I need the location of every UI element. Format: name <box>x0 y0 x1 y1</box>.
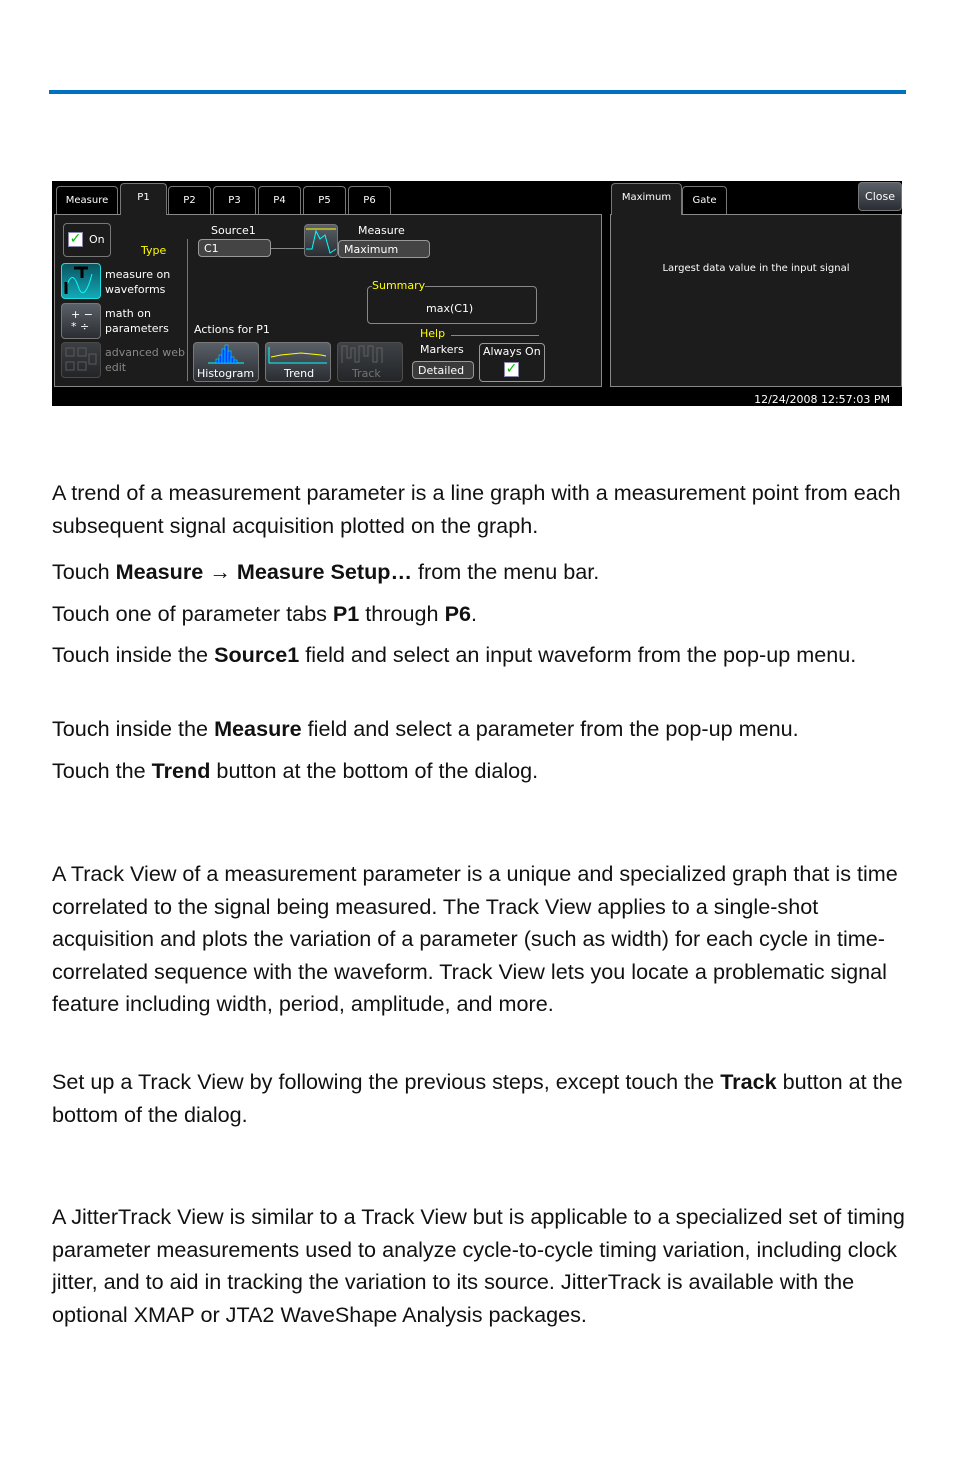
connector-line <box>271 248 304 249</box>
tab-gate[interactable]: Gate <box>682 186 727 214</box>
markers-dropdown[interactable]: Detailed <box>412 361 474 379</box>
step-source1: Touch inside the Source1 field and selec… <box>52 639 912 672</box>
bold-term: Trend <box>151 758 211 783</box>
divider <box>187 239 188 381</box>
step-measure-setup: Touch Measure → Measure Setup… from the … <box>52 556 912 589</box>
summary-box: Summary max(C1) <box>367 279 537 324</box>
parameter-description: Largest data value in the input signal <box>662 263 850 274</box>
bold-term: Track <box>720 1069 777 1094</box>
summary-label: Summary <box>372 279 426 292</box>
markers-label: Markers <box>420 343 464 356</box>
summary-value: max(C1) <box>426 302 474 315</box>
histogram-button[interactable]: Histogram <box>193 342 259 382</box>
type-web-edit-label: advanced web edit <box>105 346 185 374</box>
measure-setup-screenshot: Measure P1 P2 P3 P4 P5 P6 ✓ On Type meas… <box>52 181 902 406</box>
type-math-label: math on parameters <box>105 307 169 335</box>
tab-p1[interactable]: P1 <box>120 183 167 215</box>
bold-term: Measure <box>214 716 302 741</box>
timestamp: 12/24/2008 12:57:03 PM <box>754 393 890 406</box>
actions-label: Actions for P1 <box>194 323 270 336</box>
header-rule <box>49 90 906 94</box>
type-label: Type <box>141 244 167 257</box>
tab-p4[interactable]: P4 <box>258 186 301 214</box>
tab-p6[interactable]: P6 <box>348 186 391 214</box>
measure-waveform-icon-button[interactable] <box>304 224 338 257</box>
source1-field[interactable]: C1 <box>198 239 271 257</box>
text-segment: A Track View of a measurement parameter … <box>52 861 898 1016</box>
text-segment: field and select an input waveform from … <box>299 642 857 667</box>
histogram-label: Histogram <box>197 367 255 380</box>
track-button[interactable]: Track <box>337 342 403 382</box>
track-icon <box>341 345 383 363</box>
step-trend-button: Touch the Trend button at the bottom of … <box>52 755 912 788</box>
on-label: On <box>89 233 105 246</box>
math-on-parameters-button[interactable]: + − * ÷ <box>61 303 101 339</box>
trend-label: Trend <box>284 367 315 380</box>
track-view-paragraph: A Track View of a measurement parameter … <box>52 858 912 1021</box>
tab-p3[interactable]: P3 <box>213 186 256 214</box>
measure-label: Measure <box>358 224 405 237</box>
tab-maximum[interactable]: Maximum <box>611 183 682 215</box>
help-label: Help <box>420 327 446 340</box>
waveform-measure-icon <box>64 266 93 294</box>
measure-field[interactable]: Maximum <box>338 240 430 258</box>
checkmark-icon: ✓ <box>68 231 83 247</box>
text-segment: Touch inside the <box>52 642 215 667</box>
always-on-toggle[interactable]: Always On ✓ <box>479 343 545 382</box>
tab-p2[interactable]: P2 <box>168 186 211 214</box>
tab-p5[interactable]: P5 <box>303 186 346 214</box>
help-divider <box>451 335 539 336</box>
waveform-icon <box>306 228 337 254</box>
trend-button[interactable]: Trend <box>265 342 331 382</box>
checkmark-icon: ✓ <box>504 361 519 377</box>
math-operators-icon: + − * ÷ <box>71 308 93 333</box>
track-label: Track <box>352 367 381 380</box>
text-segment: Touch inside the <box>52 716 215 741</box>
bold-term: → <box>203 559 237 584</box>
always-on-label: Always On <box>483 345 541 358</box>
text-segment: A trend of a measurement parameter is a … <box>52 480 901 538</box>
measure-on-waveforms-button[interactable] <box>61 263 101 299</box>
text-segment: through <box>359 601 445 626</box>
trend-intro-paragraph: A trend of a measurement parameter is a … <box>52 477 912 542</box>
source1-label: Source1 <box>211 224 256 237</box>
bold-term: Measure Setup… <box>236 559 413 584</box>
type-measure-label: measure on waveforms <box>105 268 171 296</box>
text-segment: . <box>470 601 477 626</box>
bold-term: Source1 <box>214 642 300 667</box>
text-segment: A JitterTrack View is similar to a Track… <box>52 1204 905 1327</box>
text-segment: field and select a parameter from the po… <box>301 716 799 741</box>
on-toggle[interactable]: ✓ On <box>63 223 111 257</box>
jittertrack-paragraph: A JitterTrack View is similar to a Track… <box>52 1201 912 1331</box>
trend-icon <box>268 347 327 364</box>
bold-term: P1 <box>332 601 360 626</box>
text-segment: Touch the <box>52 758 152 783</box>
help-panel: Largest data value in the input signal <box>610 214 902 387</box>
text-segment: Touch one of parameter tabs <box>52 601 333 626</box>
histogram-icon <box>208 344 244 364</box>
advanced-web-edit-button[interactable] <box>61 342 101 378</box>
track-setup-paragraph: Set up a Track View by following the pre… <box>52 1066 912 1131</box>
text-segment: from the menu bar. <box>412 559 600 584</box>
bold-term: Measure <box>115 559 204 584</box>
text-segment: Touch <box>52 559 116 584</box>
tab-measure[interactable]: Measure <box>56 186 118 214</box>
step-measure-field: Touch inside the Measure field and selec… <box>52 713 912 746</box>
parameter-panel: ✓ On Type measure on waveforms + − * ÷ ma… <box>54 214 602 387</box>
bold-term: P6 <box>444 601 471 626</box>
step-parameter-tabs: Touch one of parameter tabs P1 through P… <box>52 598 912 631</box>
document-page: Measure P1 P2 P3 P4 P5 P6 ✓ On Type meas… <box>0 0 954 1475</box>
text-segment: Set up a Track View by following the pre… <box>52 1069 721 1094</box>
web-edit-icon <box>65 347 97 371</box>
text-segment: button at the bottom of the dialog. <box>210 758 539 783</box>
close-button[interactable]: Close <box>858 182 902 211</box>
